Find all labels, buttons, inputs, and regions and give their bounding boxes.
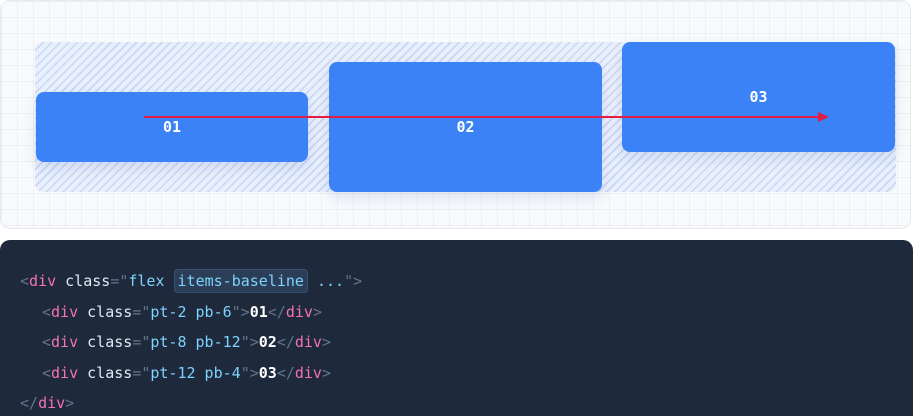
code-line-child-1: <div class="pt-2 pb-6">01</div> [42, 302, 322, 321]
code-line-child-2: <div class="pt-8 pb-12">02</div> [42, 333, 331, 351]
code-line-open: <div class="flex items-baseline ..."> [20, 266, 913, 297]
item-label: 02 [456, 118, 475, 136]
code-line-close: </div> [20, 394, 75, 412]
code-line-child-3: <div class="pt-12 pb-4">03</div> [42, 363, 331, 382]
code-block: <div class="flex items-baseline ..."> <d… [0, 240, 913, 416]
item-label: 01 [162, 118, 182, 136]
preview-panel: 01 02 03 [0, 0, 911, 229]
item-label: 03 [749, 88, 768, 106]
flex-item-03: 03 [622, 42, 895, 152]
flex-item-02: 02 [329, 62, 602, 192]
flex-item-01: 01 [36, 92, 308, 162]
highlighted-class: items-baseline [173, 269, 308, 293]
